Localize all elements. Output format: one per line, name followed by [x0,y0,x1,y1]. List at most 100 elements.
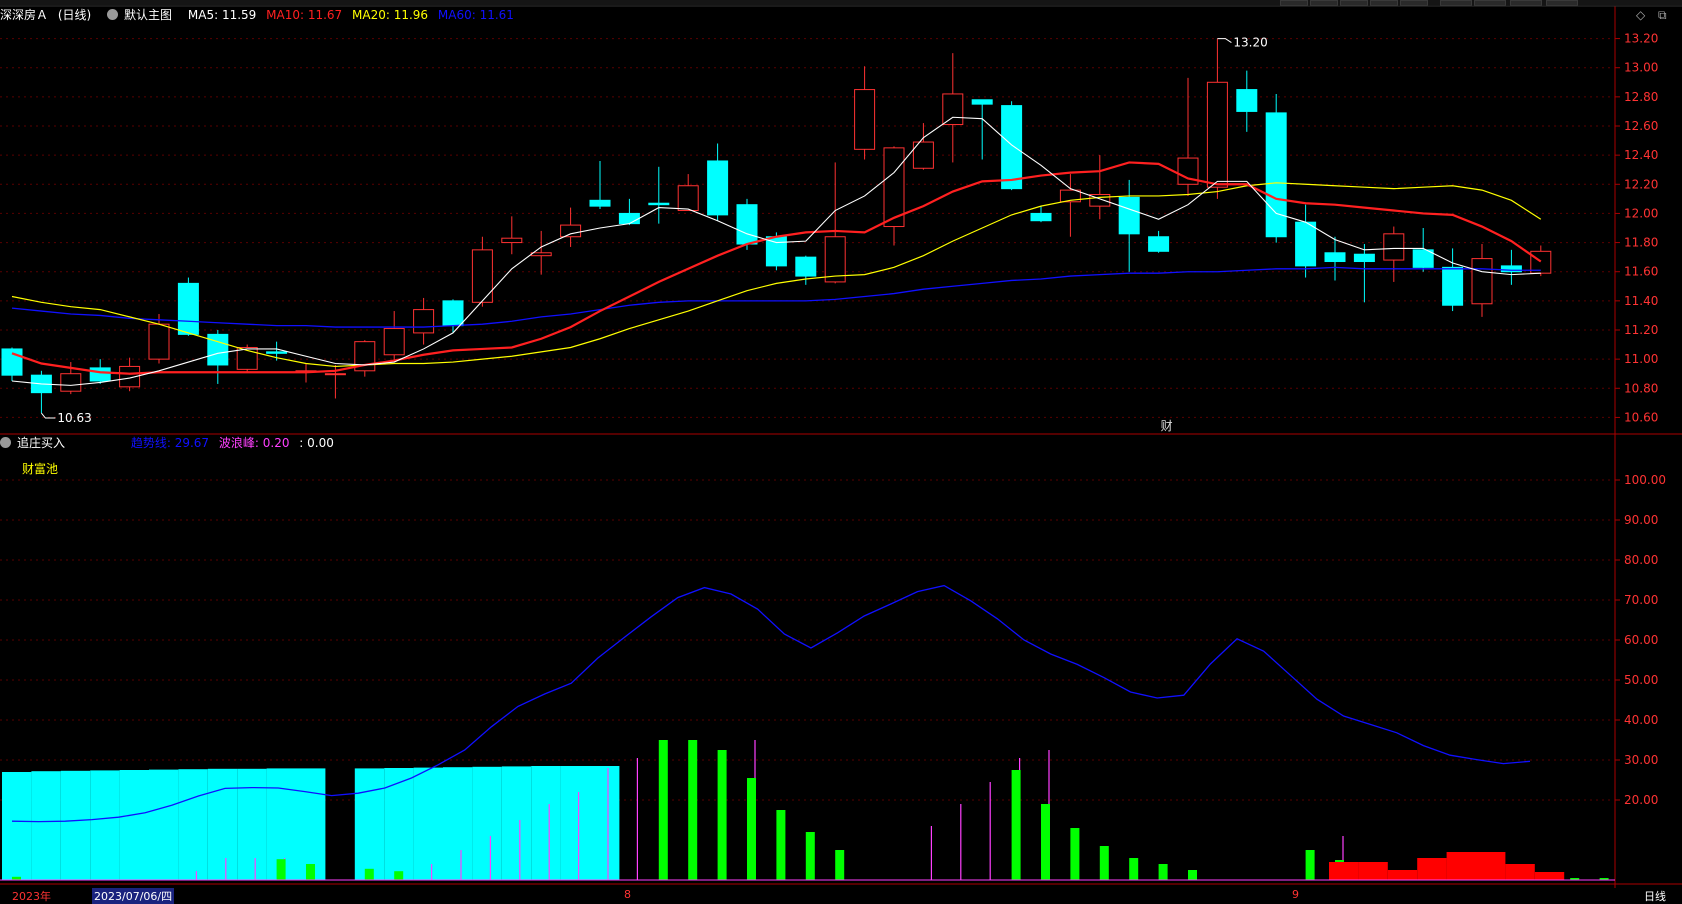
candle-body-down [1353,253,1375,263]
red-volume-bar [1505,864,1535,880]
indicator-menu[interactable]: 追庄买入 [0,436,71,450]
cyan-block-segment [501,766,532,880]
red-volume-bar [1387,870,1418,880]
green-volume-bar [306,864,315,880]
indicator-tick-label: 40.00 [1624,713,1658,727]
candle-body-up [942,93,964,126]
candle-body-up [501,237,523,244]
green-volume-bar [658,740,668,880]
candle-body-down [1030,212,1052,222]
cyan-block-segment [384,768,414,880]
candle-body-down [648,202,670,206]
price-tick-label: 11.60 [1624,265,1658,279]
indicator-tick-label: 20.00 [1624,793,1658,807]
month-tick-aug: 8 [624,888,631,901]
candle-body-up [560,224,582,238]
cyan-block-segment [178,769,208,880]
candle-body-down [442,300,464,327]
green-volume-bar [747,778,756,880]
candle-body-up [471,249,493,303]
cyan-block-segment [60,770,91,880]
red-volume-bar [1476,852,1506,880]
candle-body-down [736,204,758,245]
candle-body-down [1324,252,1346,263]
candle-body-down [1118,196,1140,235]
green-volume-bar [835,850,845,880]
indicator-tick-label: 30.00 [1624,753,1658,767]
ma10-label: MA10: 11.67 [266,8,343,22]
red-volume-bar [1446,852,1476,880]
stock-name[interactable]: 深深房Ａ (日线) [0,8,97,22]
candle-body-down [1001,105,1023,190]
green-volume-bar [1188,870,1197,880]
price-tick-label: 10.60 [1624,410,1658,424]
candle-body-down [1295,221,1317,267]
price-tick-label: 12.80 [1624,90,1658,104]
candle-body-down [589,199,611,207]
diamond-icon[interactable]: ◇ [1636,8,1645,22]
selected-date-label[interactable]: 2023/07/06/四 [92,888,175,904]
candle-body-down [1,348,23,376]
green-volume-bar [1011,770,1021,880]
candle-body-down [707,160,729,216]
candle-body-down [795,256,817,277]
indicator-header: 追庄买入 趋势线: 29.67 波浪峰: 0.20 : 0.00 [0,434,340,452]
cyan-block-segment [590,766,620,880]
price-tick-label: 12.40 [1624,148,1658,162]
green-volume-bar [276,859,286,880]
candle-body-down [618,212,640,225]
candle-body-up [1206,81,1228,188]
month-tick-sep: 9 [1292,888,1299,901]
wave-peak-label: 波浪峰: 0.20 [218,436,290,450]
restore-window-icon[interactable]: ⧉ [1658,8,1667,23]
dropdown-circle-icon[interactable] [0,437,11,448]
candle-body-up [148,323,170,360]
kline-chart-svg[interactable]: 10.60 10.80 11.00 11.20 11.40 11.60 11.80 12.00… [0,0,1682,904]
ma60-label: MA60: 11.61 [437,8,514,22]
candle-body-down [266,351,288,354]
wealth-pool-label: 财富池 [22,462,59,476]
candle-body-up [383,328,405,356]
red-volume-bar [1329,862,1359,880]
green-volume-bar [1099,846,1109,880]
price-tick-label: 13.20 [1624,32,1658,46]
price-tick-label: 12.00 [1624,206,1658,220]
main-chart-menu[interactable]: 默认主图 [107,8,178,22]
green-volume-bar [1158,864,1168,880]
period-label[interactable]: 日线 [1644,888,1666,904]
ma20-label: MA20: 11.96 [352,8,429,22]
price-tick-label: 12.60 [1624,119,1658,133]
ma60-line [11,266,1541,328]
green-volume-bar [776,810,786,880]
cyan-block-segment [149,769,179,880]
green-volume-bar [1305,850,1315,880]
green-volume-bar [717,750,727,880]
cyan-block-segment [560,766,590,880]
ma5-label: MA5: 11.59 [187,8,257,22]
date-axis-bar [0,888,1682,904]
high-price-label: 13.20 [1233,36,1267,50]
dropdown-circle-icon[interactable] [107,9,119,20]
trend-line-label: 趋势线: 29.67 [130,436,210,450]
cyan-block-segment [119,770,149,880]
candle-body-down [765,236,787,267]
indicator-tick-label: 90.00 [1624,513,1658,527]
price-tick-label: 12.20 [1624,177,1658,191]
green-volume-bar [1129,858,1139,880]
price-tick-label: 11.40 [1624,294,1658,308]
cyan-block-segment [531,766,561,880]
extra-value-label: : 0.00 [299,436,334,450]
candle-body-up [413,309,435,334]
cyan-block-segment [237,768,267,880]
low-price-label: 10.63 [57,411,91,425]
cyan-block-segment [472,766,502,880]
red-volume-bar [1534,872,1565,880]
wealth-marker: 财 [1161,419,1173,433]
price-tick-label: 11.20 [1624,323,1658,337]
cyan-block-segment [31,771,61,880]
ma20-line [11,182,1542,368]
candle-body-up [60,373,82,392]
candle-body-down [89,367,111,382]
candle-body-up [854,89,876,150]
green-volume-bar [688,740,698,880]
